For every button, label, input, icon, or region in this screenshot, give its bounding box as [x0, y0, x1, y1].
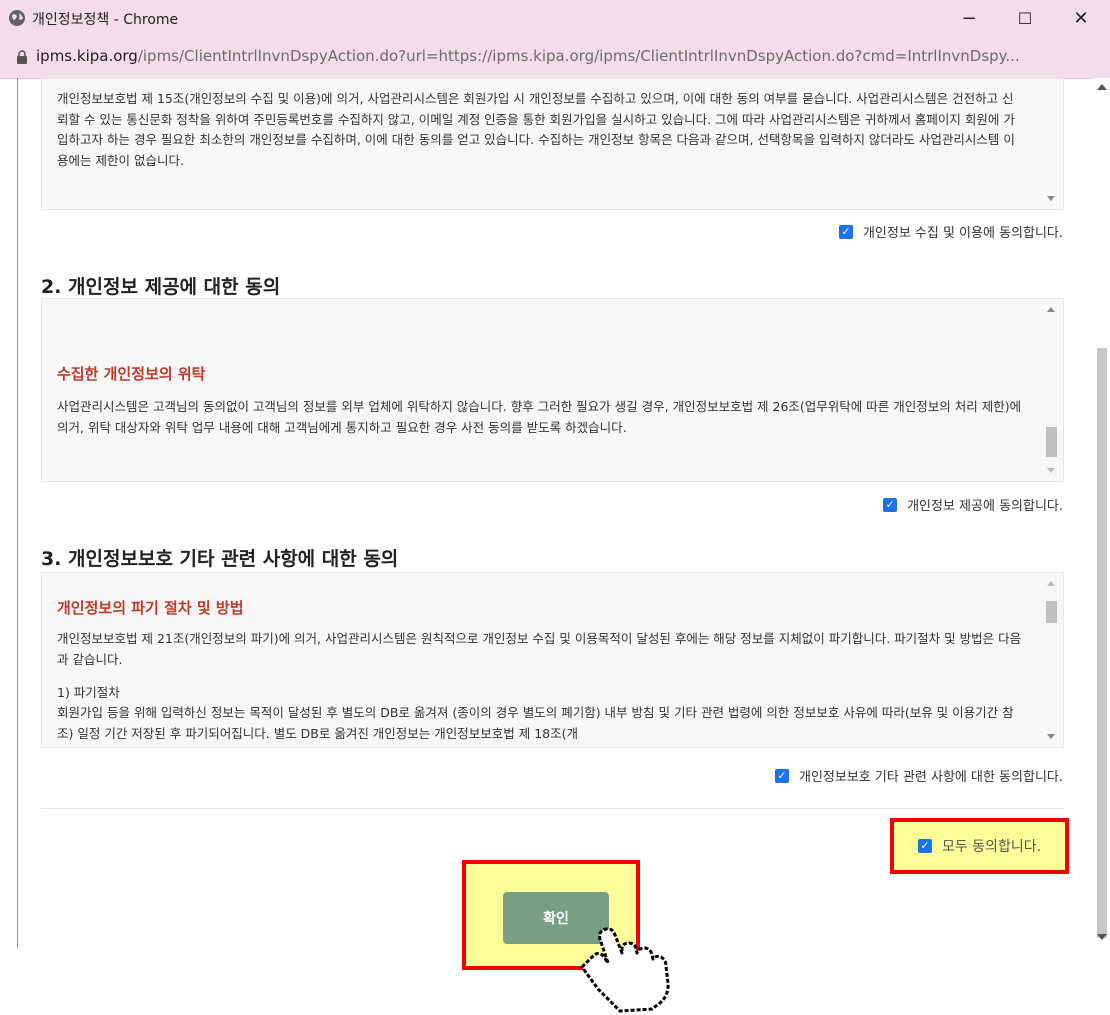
section3-agree-label: 개인정보보호 기타 관련 사항에 대한 동의합니다. [799, 770, 1063, 785]
window-frame-line [17, 78, 18, 948]
section3-agree[interactable]: ✓ 개인정보보호 기타 관련 사항에 대한 동의합니다. [775, 766, 1063, 785]
window-titlebar: 개인정보정책 - Chrome − ☐ ✕ [0, 0, 1110, 36]
section2-agree[interactable]: ✓ 개인정보 제공에 동의합니다. [883, 495, 1063, 514]
url-host: ipms.kipa.org [36, 47, 138, 65]
section3-title: 3. 개인정보보호 기타 관련 사항에 대한 동의 [41, 548, 399, 570]
section3-item: 1) 파기절차 [57, 685, 120, 700]
window-title: 개인정보정책 - Chrome [32, 12, 179, 28]
section3-scrollbar[interactable] [1045, 577, 1059, 743]
checkbox-checked-icon[interactable]: ✓ [883, 497, 898, 512]
checkbox-checked-icon[interactable]: ✓ [838, 224, 853, 239]
section1-scroll-down-icon[interactable] [1047, 196, 1055, 201]
url-text: ipms.kipa.org/ipms/ClientIntrlInvnDspyAc… [36, 47, 1020, 65]
scroll-up-icon[interactable] [1097, 84, 1107, 90]
section3-scroll-thumb[interactable] [1046, 601, 1057, 623]
checkbox-checked-icon[interactable]: ✓ [917, 839, 932, 853]
section1-text: 개인정보보호법 제 15조(개인정보의 수집 및 이용)에 의거, 사업관리시스… [57, 91, 1015, 168]
agree-all-highlight[interactable]: ✓ 모두 동의합니다. [890, 818, 1069, 874]
address-bar[interactable]: ipms.kipa.org/ipms/ClientIntrlInvnDspyAc… [0, 36, 1110, 79]
divider [41, 808, 1064, 809]
section2-agree-label: 개인정보 제공에 동의합니다. [907, 499, 1063, 514]
section2-subhead: 수집한 개인정보의 위탁 [57, 365, 206, 383]
section2-scrollbar[interactable] [1045, 303, 1059, 477]
section3-text: 개인정보보호법 제 21조(개인정보의 파기)에 의거, 사업관리시스템은 원칙… [57, 631, 1022, 667]
section2-scroll-thumb[interactable] [1046, 427, 1057, 457]
section1-agree-label: 개인정보 수집 및 이용에 동의합니다. [862, 226, 1063, 241]
lock-icon [17, 50, 27, 64]
checkbox-checked-icon[interactable]: ✓ [775, 768, 789, 783]
section2-title: 2. 개인정보 제공에 대한 동의 [41, 276, 281, 298]
section1-scrollbar[interactable] [1045, 83, 1059, 205]
minimize-button[interactable]: − [946, 4, 992, 32]
section3-textbox[interactable]: 개인정보의 파기 절차 및 방법 개인정보보호법 제 21조(개인정보의 파기)… [41, 572, 1064, 748]
agree-all-label: 모두 동의합니다. [941, 839, 1042, 855]
section2-textbox[interactable]: 수집한 개인정보의 위탁 사업관리시스템은 고객님의 동의없이 고객님의 정보를… [41, 298, 1064, 482]
close-button[interactable]: ✕ [1058, 4, 1104, 32]
section1-agree[interactable]: ✓ 개인정보 수집 및 이용에 동의합니다. [838, 222, 1063, 241]
section2-scroll-up-icon[interactable] [1047, 307, 1055, 312]
section1-textbox[interactable]: 개인정보보호법 제 15조(개인정보의 수집 및 이용)에 의거, 사업관리시스… [41, 78, 1064, 210]
page-scroll-thumb[interactable] [1097, 348, 1107, 938]
hand-pointer-icon [580, 927, 670, 1013]
section3-scroll-up-icon[interactable] [1047, 581, 1055, 586]
section3-scroll-down-icon[interactable] [1047, 734, 1055, 739]
page-scrollbar[interactable] [1093, 78, 1110, 948]
section2-text: 사업관리시스템은 고객님의 동의없이 고객님의 정보를 외부 업체에 위탁하지 … [57, 399, 1022, 435]
globe-icon [9, 10, 25, 26]
maximize-button[interactable]: ☐ [1002, 4, 1048, 32]
section3-item-text: 회원가입 등을 위해 입력하신 정보는 목적이 달성된 후 별도의 DB로 옮겨… [57, 705, 1014, 741]
scroll-down-icon[interactable] [1097, 934, 1107, 940]
section3-subhead: 개인정보의 파기 절차 및 방법 [57, 599, 244, 617]
section2-scroll-down-icon[interactable] [1047, 468, 1055, 473]
url-path: /ipms/ClientIntrlInvnDspyAction.do?url=h… [137, 47, 1020, 65]
